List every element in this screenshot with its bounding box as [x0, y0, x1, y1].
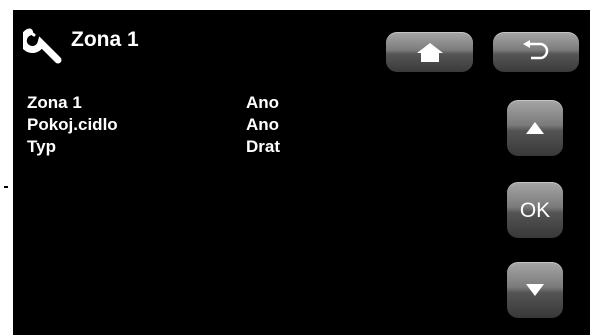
- ok-label: OK: [519, 199, 551, 222]
- screen-title: Zona 1: [71, 28, 139, 51]
- edge-mark: [4, 186, 8, 188]
- setting-label: Pokoj.cidlo: [27, 115, 118, 134]
- setting-value: Drat: [246, 137, 281, 156]
- setting-value: Ano: [246, 93, 280, 112]
- settings-list: Zona 1 Ano Pokoj.cidlo Ano Typ Drat: [27, 92, 327, 158]
- setting-row[interactable]: Pokoj.cidlo Ano: [27, 114, 327, 136]
- up-arrow-icon: [526, 122, 544, 134]
- setting-row[interactable]: Typ Drat: [27, 136, 327, 158]
- scroll-up-button[interactable]: [507, 100, 563, 156]
- home-icon: [416, 43, 443, 62]
- ok-button[interactable]: OK: [507, 182, 563, 238]
- wrench-icon: [23, 28, 62, 64]
- scroll-down-button[interactable]: [507, 262, 563, 318]
- back-button[interactable]: [493, 32, 579, 72]
- setting-value: Ano: [246, 115, 280, 134]
- setting-label: Typ: [27, 137, 56, 156]
- display-screen: Zona 1 Zona 1 Ano Pokoj.cidlo Ano Typ Dr…: [13, 10, 590, 335]
- down-arrow-icon: [526, 284, 544, 296]
- back-arrow-icon: [523, 40, 549, 60]
- setting-label: Zona 1: [27, 93, 82, 112]
- home-button[interactable]: [386, 32, 473, 72]
- setting-row[interactable]: Zona 1 Ano: [27, 92, 327, 114]
